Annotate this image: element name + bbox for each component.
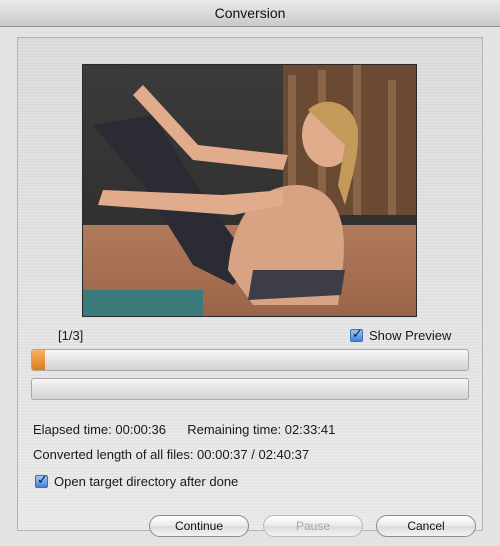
open-target-dir-toggle[interactable]: Open target directory after done	[35, 472, 238, 490]
open-target-dir-checkbox[interactable]	[35, 472, 48, 488]
open-target-dir-label: Open target directory after done	[54, 473, 239, 489]
show-preview-toggle[interactable]: Show Preview	[350, 326, 451, 344]
window-title: Conversion	[214, 5, 286, 21]
cancel-button[interactable]: Cancel	[376, 515, 476, 537]
current-file-progress-fill	[32, 350, 46, 370]
remaining-time: Remaining time: 02:33:41	[187, 422, 336, 437]
video-frame-image	[83, 65, 416, 316]
overall-progress-bar	[31, 378, 469, 400]
video-preview	[82, 64, 417, 317]
elapsed-time: Elapsed time: 00:00:36	[33, 422, 166, 437]
show-preview-checkbox[interactable]	[350, 326, 363, 342]
pause-button[interactable]: Pause	[263, 515, 363, 537]
continue-button[interactable]: Continue	[149, 515, 249, 537]
show-preview-label: Show Preview	[369, 327, 452, 343]
time-stats-row: Elapsed time: 00:00:36 Remaining time: 0…	[33, 422, 335, 437]
current-file-progress-bar	[31, 349, 469, 371]
file-counter: [1/3]	[58, 328, 84, 343]
window-titlebar: Conversion	[0, 0, 500, 27]
converted-length: Converted length of all files: 00:00:37 …	[33, 447, 310, 462]
